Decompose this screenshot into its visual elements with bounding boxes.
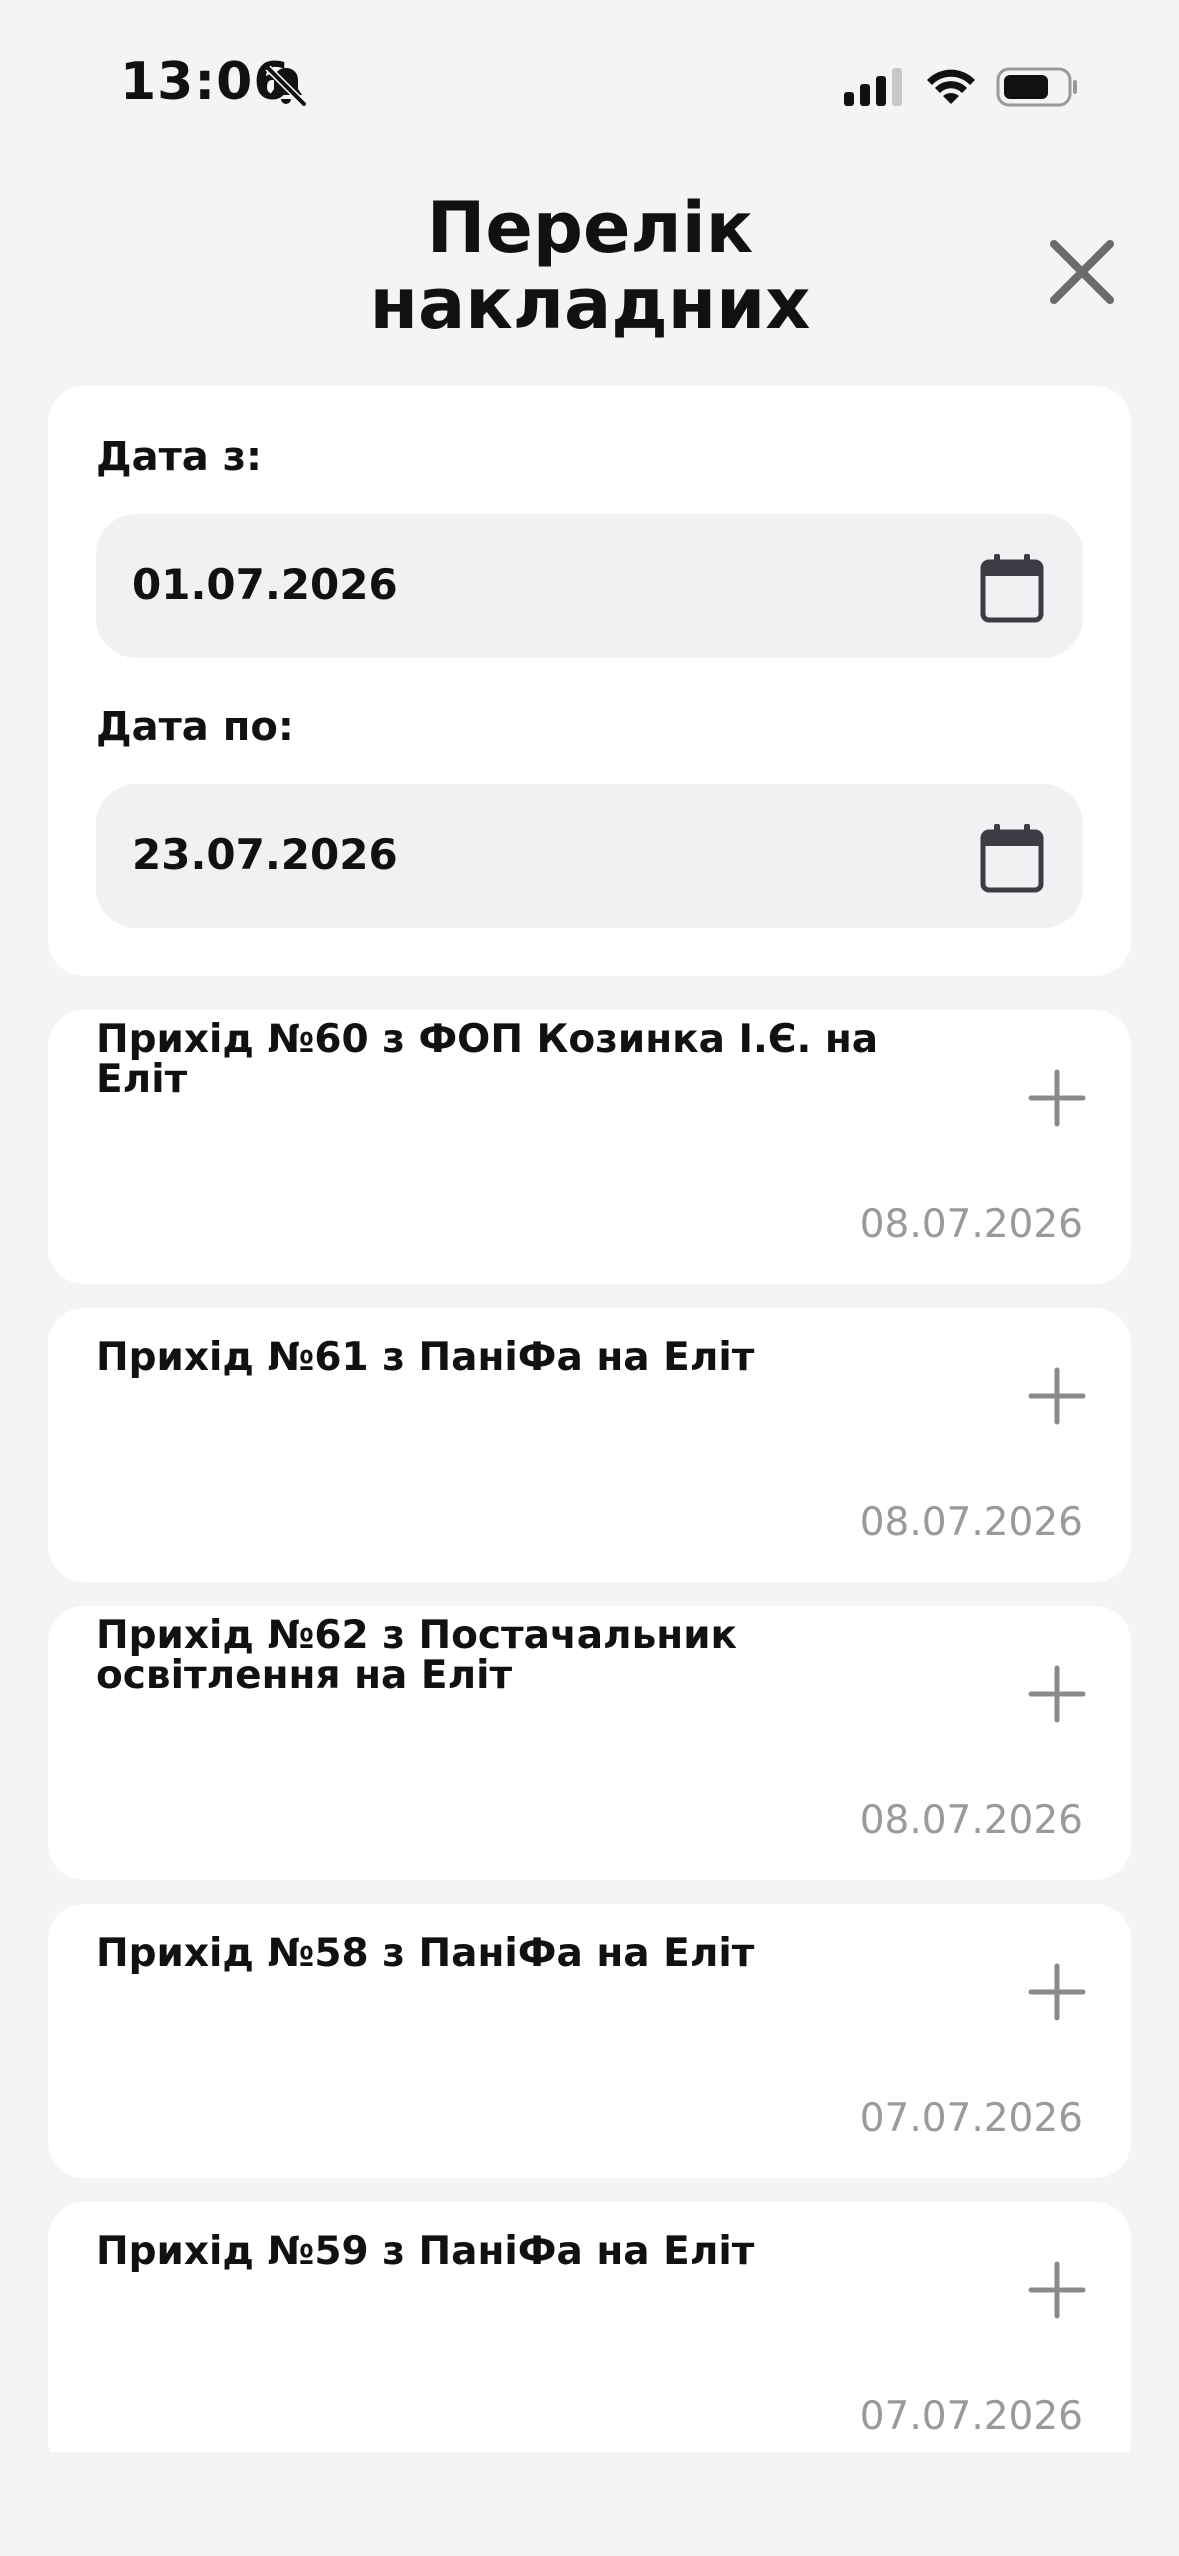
invoice-title: Прихід №58 з ПаніФа на Еліт [96, 1904, 976, 2064]
invoice-date: 07.07.2026 [859, 2394, 1083, 2439]
close-icon[interactable] [1040, 230, 1124, 314]
date-filter-card: Дата з: 01.07.2026 Дата по: 23.07.2026 [48, 386, 1131, 976]
date-to-label: Дата по: [96, 704, 294, 750]
date-from-label: Дата з: [96, 434, 262, 480]
invoice-title-text: Прихід №60 з ФОП Козинка І.Є. на Еліт [96, 1017, 879, 1102]
bell-slash-icon [265, 65, 307, 107]
cellular-signal-icon [844, 68, 902, 106]
plus-icon[interactable] [1027, 1962, 1087, 2022]
plus-icon[interactable] [1027, 1068, 1087, 1128]
invoice-date: 08.07.2026 [859, 1202, 1083, 1247]
page-title: Перелік накладних [369, 187, 811, 345]
calendar-icon[interactable] [979, 822, 1045, 894]
invoice-title-text: Прихід №59 з ПаніФа на Еліт [96, 2229, 755, 2274]
invoice-title-text: Прихід №58 з ПаніФа на Еліт [96, 1931, 755, 1976]
invoice-card[interactable]: Прихід №61 з ПаніФа на Еліт 08.07.2026 [48, 1308, 1131, 1582]
invoice-date: 08.07.2026 [859, 1798, 1083, 1843]
invoice-title: Прихід №61 з ПаніФа на Еліт [96, 1308, 976, 1468]
invoice-title-text: Прихід №61 з ПаніФа на Еліт [96, 1335, 755, 1380]
invoice-title: Прихід №60 з ФОП Козинка І.Є. на Еліт [96, 1010, 976, 1170]
wifi-icon [927, 69, 975, 104]
plus-icon[interactable] [1027, 2260, 1087, 2320]
plus-icon[interactable] [1027, 1366, 1087, 1426]
status-bar: 13:06 [0, 0, 1179, 160]
date-from-field[interactable]: 01.07.2026 [96, 514, 1083, 658]
date-to-value: 23.07.2026 [132, 830, 398, 879]
invoice-title: Прихід №62 з Постачальник освітлення на … [96, 1606, 976, 1766]
invoice-card[interactable]: Прихід №59 з ПаніФа на Еліт 07.07.2026 [48, 2202, 1131, 2452]
plus-icon[interactable] [1027, 1664, 1087, 1724]
invoice-date: 08.07.2026 [859, 1500, 1083, 1545]
invoice-title: Прихід №59 з ПаніФа на Еліт [96, 2202, 976, 2362]
invoice-card[interactable]: Прихід №58 з ПаніФа на Еліт 07.07.2026 [48, 1904, 1131, 2178]
invoice-list: Прихід №60 з ФОП Козинка І.Є. на Еліт 08… [48, 1010, 1131, 2452]
battery-icon [996, 67, 1077, 107]
invoice-card[interactable]: Прихід №60 з ФОП Козинка І.Є. на Еліт 08… [48, 1010, 1131, 1284]
invoice-date: 07.07.2026 [859, 2096, 1083, 2141]
invoice-title-text: Прихід №62 з Постачальник освітлення на … [96, 1613, 738, 1698]
date-to-field[interactable]: 23.07.2026 [96, 784, 1083, 928]
date-from-value: 01.07.2026 [132, 560, 398, 609]
calendar-icon[interactable] [979, 552, 1045, 624]
invoice-card[interactable]: Прихід №62 з Постачальник освітлення на … [48, 1606, 1131, 1880]
